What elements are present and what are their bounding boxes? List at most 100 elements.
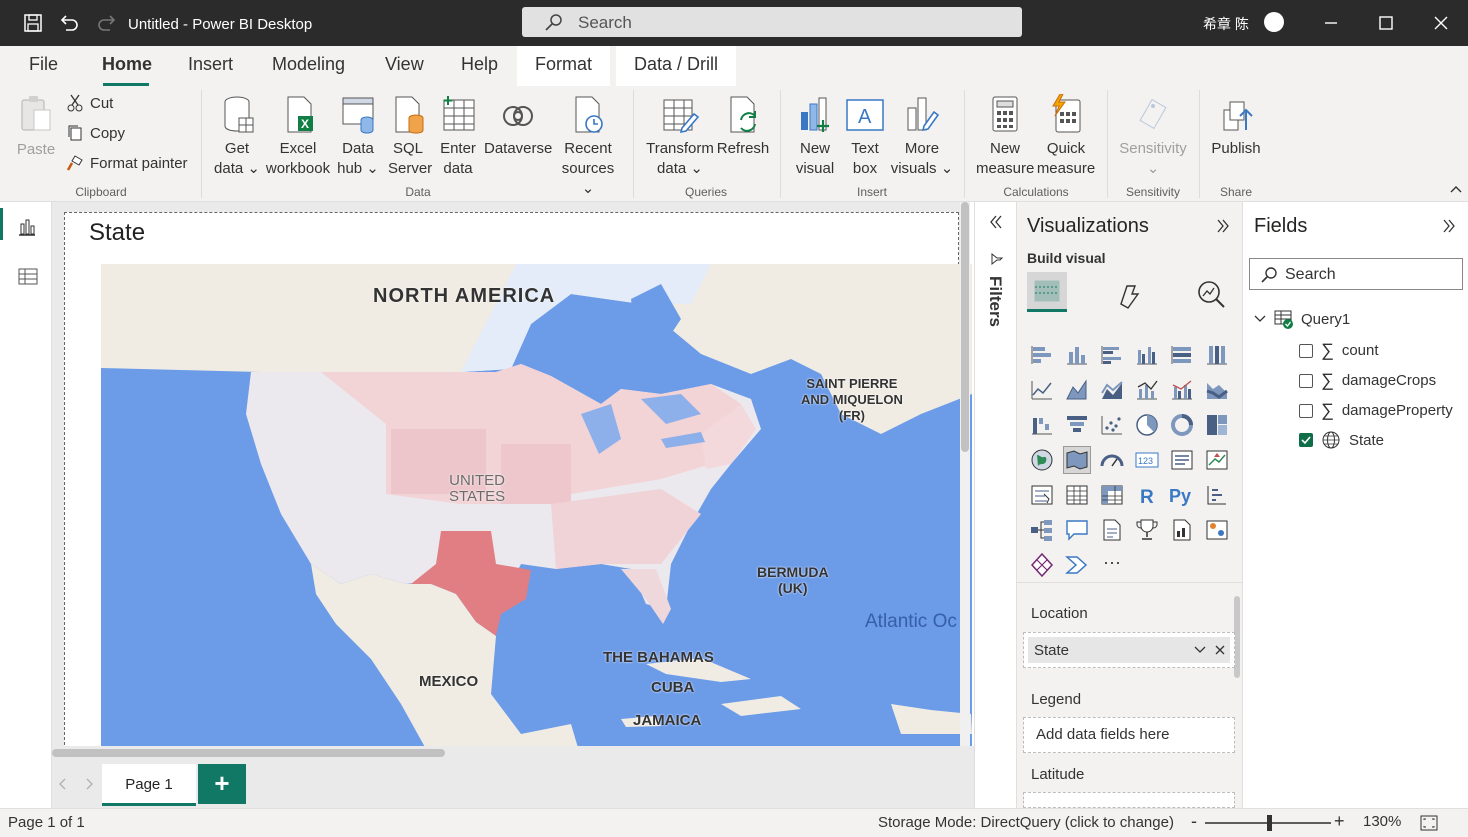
transform-data-button[interactable]: Transform data ⌄ <box>644 94 716 179</box>
recent-sources-button[interactable]: Recent sources ⌄ <box>556 94 620 199</box>
field-damageproperty[interactable]: ∑ damageProperty <box>1299 400 1453 421</box>
card-icon[interactable]: 123 <box>1134 447 1160 473</box>
tab-file[interactable]: File <box>29 54 58 75</box>
vertical-scrollbar[interactable] <box>960 202 970 760</box>
line-and-clustered-column-icon[interactable] <box>1169 377 1195 403</box>
horizontal-scroll-track[interactable] <box>52 746 974 760</box>
paginated-report-icon[interactable] <box>1169 517 1195 543</box>
power-apps-icon[interactable] <box>1029 552 1055 578</box>
field-checkbox-checked[interactable] <box>1299 433 1313 447</box>
map-visual[interactable]: State NORTH AMERICA SAINT PIERRE AND MIQ… <box>64 212 972 760</box>
expand-filters-icon[interactable] <box>988 214 1004 230</box>
sensitivity-button[interactable]: Sensitivity ⌄ <box>1116 94 1190 179</box>
maximize-icon[interactable] <box>1377 14 1395 32</box>
user-name[interactable]: 希章 陈 <box>1203 14 1249 34</box>
fields-search-input[interactable]: Search <box>1249 258 1463 290</box>
copy-button[interactable]: Copy <box>66 124 125 142</box>
collapse-ribbon-icon[interactable] <box>1449 184 1463 194</box>
zoom-slider-thumb[interactable] <box>1267 815 1272 831</box>
publish-button[interactable]: Publish <box>1208 94 1264 159</box>
zoom-in-button[interactable]: + <box>1334 811 1345 832</box>
add-page-button[interactable]: + <box>198 764 246 804</box>
paste-button[interactable]: Paste <box>14 94 58 160</box>
quick-measure-button[interactable]: Quick measure <box>1036 94 1096 179</box>
table-view-icon[interactable] <box>16 264 40 288</box>
new-measure-button[interactable]: New measure <box>976 94 1034 179</box>
clustered-column-chart-icon[interactable] <box>1134 342 1160 368</box>
scatter-chart-icon[interactable] <box>1099 412 1125 438</box>
dataverse-button[interactable]: Dataverse <box>484 94 552 159</box>
pie-chart-icon[interactable] <box>1134 412 1160 438</box>
tab-view[interactable]: View <box>385 54 424 75</box>
map-area[interactable]: NORTH AMERICA SAINT PIERRE AND MIQUELON (F… <box>101 264 972 758</box>
chevron-down-icon[interactable] <box>1253 314 1267 324</box>
more-visuals-ellipsis[interactable]: ··· <box>1099 552 1125 578</box>
table-visual-icon[interactable] <box>1064 482 1090 508</box>
donut-chart-icon[interactable] <box>1169 412 1195 438</box>
storage-mode[interactable]: Storage Mode: DirectQuery (click to chan… <box>878 814 1174 831</box>
tab-help[interactable]: Help <box>461 54 498 75</box>
next-page-icon[interactable] <box>84 778 94 790</box>
analytics-icon[interactable] <box>1195 278 1227 310</box>
tab-modeling[interactable]: Modeling <box>272 54 345 75</box>
multi-row-card-icon[interactable] <box>1169 447 1195 473</box>
report-view-icon[interactable] <box>16 216 38 238</box>
arcgis-map-icon[interactable] <box>1204 517 1230 543</box>
field-checkbox[interactable] <box>1299 373 1313 388</box>
slicer-icon[interactable] <box>1029 482 1055 508</box>
close-icon[interactable] <box>1432 14 1450 32</box>
avatar[interactable] <box>1264 12 1284 32</box>
location-well[interactable]: State <box>1023 632 1235 668</box>
waterfall-chart-icon[interactable] <box>1029 412 1055 438</box>
refresh-button[interactable]: Refresh <box>716 94 770 159</box>
qa-icon[interactable] <box>1064 517 1090 543</box>
excel-workbook-button[interactable]: X Excel workbook <box>264 94 332 179</box>
fit-to-page-icon[interactable] <box>1419 814 1439 832</box>
field-checkbox[interactable] <box>1299 343 1313 358</box>
tab-format[interactable]: Format <box>517 46 611 86</box>
field-state[interactable]: State <box>1299 430 1384 450</box>
collapse-visualizations-icon[interactable] <box>1215 218 1231 234</box>
report-canvas[interactable]: State NORTH AMERICA SAINT PIERRE AND MIQ… <box>52 202 972 760</box>
100-stacked-bar-chart-icon[interactable] <box>1169 342 1195 368</box>
collapse-fields-icon[interactable] <box>1441 218 1457 234</box>
search-input[interactable]: Search <box>522 7 1022 37</box>
save-icon[interactable] <box>22 12 44 34</box>
matrix-icon[interactable] <box>1099 482 1125 508</box>
data-hub-button[interactable]: Data hub ⌄ <box>336 94 380 179</box>
stacked-column-chart-icon[interactable] <box>1064 342 1090 368</box>
line-and-column-chart-icon[interactable] <box>1134 377 1160 403</box>
tab-insert[interactable]: Insert <box>188 54 233 75</box>
redo-icon[interactable] <box>96 12 118 34</box>
decomposition-tree-icon[interactable] <box>1029 517 1055 543</box>
text-box-button[interactable]: A Text box <box>844 94 886 179</box>
power-automate-icon[interactable] <box>1064 552 1090 578</box>
ribbon-chart-icon[interactable] <box>1204 377 1230 403</box>
funnel-chart-icon[interactable] <box>1064 412 1090 438</box>
latitude-well[interactable] <box>1023 792 1235 808</box>
tab-data-drill[interactable]: Data / Drill <box>616 46 737 86</box>
zoom-level[interactable]: 130% <box>1363 813 1401 830</box>
cut-button[interactable]: Cut <box>66 94 113 112</box>
enter-data-button[interactable]: Enter data <box>436 94 480 179</box>
remove-field-icon[interactable] <box>1214 644 1226 656</box>
line-chart-icon[interactable] <box>1029 377 1055 403</box>
field-damagecrops[interactable]: ∑ damageCrops <box>1299 370 1436 391</box>
python-visual-icon[interactable]: Py <box>1169 482 1195 508</box>
field-count[interactable]: ∑ count <box>1299 340 1379 361</box>
treemap-icon[interactable] <box>1204 412 1230 438</box>
minimize-icon[interactable] <box>1322 14 1340 32</box>
gauge-icon[interactable] <box>1099 447 1125 473</box>
stacked-bar-chart-icon[interactable] <box>1029 342 1055 368</box>
format-painter-button[interactable]: Format painter <box>66 154 188 172</box>
sql-server-button[interactable]: SQL Server <box>388 94 432 179</box>
more-visuals-button[interactable]: More visuals ⌄ <box>890 94 954 179</box>
legend-well[interactable]: Add data fields here <box>1023 717 1235 753</box>
horizontal-scrollbar-thumb[interactable] <box>52 749 445 757</box>
location-field-pill[interactable]: State <box>1028 637 1230 663</box>
goals-icon[interactable] <box>1134 517 1160 543</box>
map-icon[interactable] <box>1029 447 1055 473</box>
format-visual-icon[interactable] <box>1115 280 1145 310</box>
chevron-down-icon[interactable] <box>1194 645 1206 655</box>
key-influencers-icon[interactable] <box>1204 482 1230 508</box>
